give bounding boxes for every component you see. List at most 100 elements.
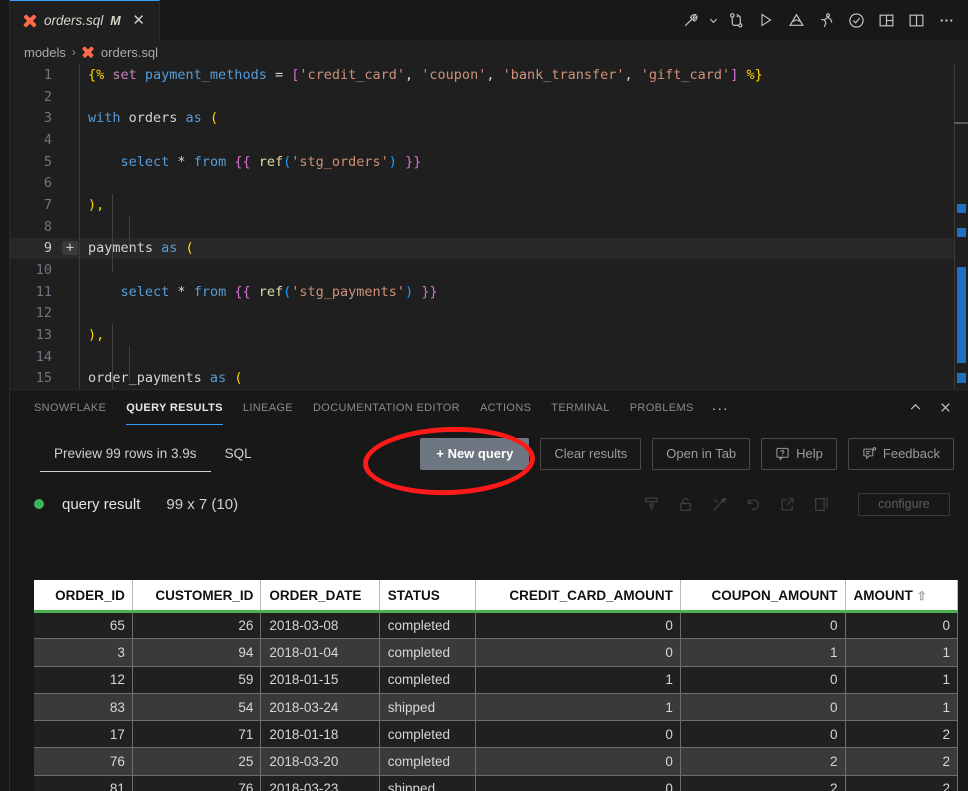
tab-lineage[interactable]: LINEAGE [233,390,303,425]
line-text: {% set payment_methods = ['credit_card',… [78,67,763,83]
tab-query-results[interactable]: QUERY RESULTS [116,390,233,425]
editor-overview-ruler[interactable] [954,64,968,389]
grid-vertical-scrollbar[interactable] [948,580,958,791]
tab-problems[interactable]: PROBLEMS [620,390,704,425]
column-header-customer-id[interactable]: CUSTOMER_ID [132,580,262,613]
cell-coupon-amount: 2 [680,747,846,776]
preview-icon[interactable] [782,6,810,34]
line-number: 10 [35,262,52,279]
panel-more-icon[interactable]: ··· [704,390,737,425]
cell-order-date: 2018-03-24 [260,693,380,722]
split-layout-icon[interactable] [872,6,900,34]
cell-amount: 2 [845,720,958,749]
split-editor-icon[interactable] [902,6,930,34]
activity-bar [0,0,10,791]
copy-icon[interactable] [812,495,830,513]
tab-label: TERMINAL [551,401,610,414]
unlock-icon[interactable] [676,495,694,513]
ruler-marker-blue [957,228,966,237]
table-row[interactable]: 12 59 2018-01-15 completed 1 0 1 [34,666,958,694]
undo-icon[interactable] [744,495,762,513]
clear-results-button[interactable]: Clear results [540,437,642,470]
column-header-credit-card-amount[interactable]: CREDIT_CARD_AMOUNT [475,580,681,613]
sort-ascending-icon: ⇧ [916,589,927,603]
open-in-tab-button[interactable]: Open in Tab [652,437,751,470]
line-number: 8 [43,218,52,235]
breadcrumb-folder[interactable]: models [24,45,66,60]
tok: as [153,240,186,257]
result-status-bar: query result 99 x 7 (10) configure [10,482,968,526]
cell-customer-id: 71 [132,720,262,749]
code-line: 7 ), [10,194,968,216]
tok: with [88,110,129,127]
breadcrumb-file[interactable]: orders.sql [101,45,158,60]
line-text: with orders as ( [78,110,218,126]
cell-credit-card-amount: 0 [475,747,681,776]
subtab-preview[interactable]: Preview 99 rows in 3.9s [40,425,211,482]
column-header-coupon-amount[interactable]: COUPON_AMOUNT [680,580,846,613]
gutter-divider [79,64,80,389]
tab-terminal[interactable]: TERMINAL [541,390,619,425]
column-header-order-date[interactable]: ORDER_DATE [260,580,380,613]
close-icon[interactable]: ✕ [130,13,148,28]
tok: * [177,283,194,300]
tok: ) [388,153,397,170]
editor-tab-orders-sql[interactable]: orders.sql M ✕ [10,0,160,40]
tok: }} [396,153,422,170]
format-icon[interactable] [642,495,660,513]
line-text: order_payments as ( [78,370,242,386]
cell-credit-card-amount: 0 [475,775,681,791]
magic-wand-icon[interactable] [710,495,728,513]
more-actions-icon[interactable] [932,6,960,34]
tab-snowflake[interactable]: SNOWFLAKE [24,390,116,425]
cell-credit-card-amount: 1 [475,666,681,694]
tok: , [624,66,641,83]
fold-toggle-icon[interactable]: + [62,241,78,256]
cell-amount: 1 [845,638,958,667]
line-number: 5 [43,153,52,170]
ruler-marker-blue [957,267,966,363]
cell-customer-id: 94 [132,638,262,667]
cell-order-date: 2018-01-15 [260,666,380,694]
cell-status: completed [379,747,477,776]
external-link-icon[interactable] [778,495,796,513]
column-header-order-id[interactable]: ORDER_ID [34,580,133,613]
run-debug-icon[interactable] [812,6,840,34]
column-header-amount[interactable]: AMOUNT ⇧ [845,580,958,613]
results-grid[interactable]: ORDER_ID CUSTOMER_ID ORDER_DATE STATUS C… [34,580,958,791]
chevron-up-icon[interactable] [902,395,928,421]
table-row[interactable]: 81 76 2018-03-23 shipped 0 2 2 [34,775,958,791]
feedback-button[interactable]: Feedback [847,437,954,470]
table-row[interactable]: 65 26 2018-03-08 completed 0 0 0 [34,611,958,640]
ruler-marker-grey [954,122,968,124]
build-icon[interactable] [676,6,704,34]
tab-label: orders.sql [44,13,104,28]
tok: {% [88,66,105,83]
line-number: 3 [43,110,52,127]
table-row[interactable]: 3 94 2018-01-04 completed 0 1 1 [34,638,958,667]
indent-guide [129,216,130,251]
table-row[interactable]: 17 71 2018-01-18 completed 0 0 2 [34,720,958,749]
subtab-label: SQL [224,446,252,461]
new-query-button[interactable]: + New query [420,437,530,470]
table-row[interactable]: 76 25 2018-03-20 completed 0 2 2 [34,747,958,776]
help-button[interactable]: Help [761,437,837,470]
close-icon[interactable] [932,395,958,421]
source-control-icon[interactable] [722,6,750,34]
ruler-border [954,64,955,389]
code-editor[interactable]: 1 {% set payment_methods = ['credit_card… [10,64,968,389]
run-icon[interactable] [752,6,780,34]
feedback-label: Feedback [882,446,940,461]
configure-button[interactable]: configure [858,492,950,516]
line-text: ), [88,327,105,344]
subtab-sql[interactable]: SQL [211,425,266,482]
tab-label: SNOWFLAKE [34,401,107,414]
column-header-status[interactable]: STATUS [379,580,477,613]
check-circle-icon[interactable] [842,6,870,34]
tab-actions[interactable]: ACTIONS [470,390,541,425]
help-label: Help [796,446,823,461]
table-row[interactable]: 83 54 2018-03-24 shipped 1 0 1 [34,693,958,722]
result-actions: configure [642,492,968,516]
tab-documentation-editor[interactable]: DOCUMENTATION EDITOR [303,390,470,425]
chevron-down-icon[interactable] [706,16,720,25]
